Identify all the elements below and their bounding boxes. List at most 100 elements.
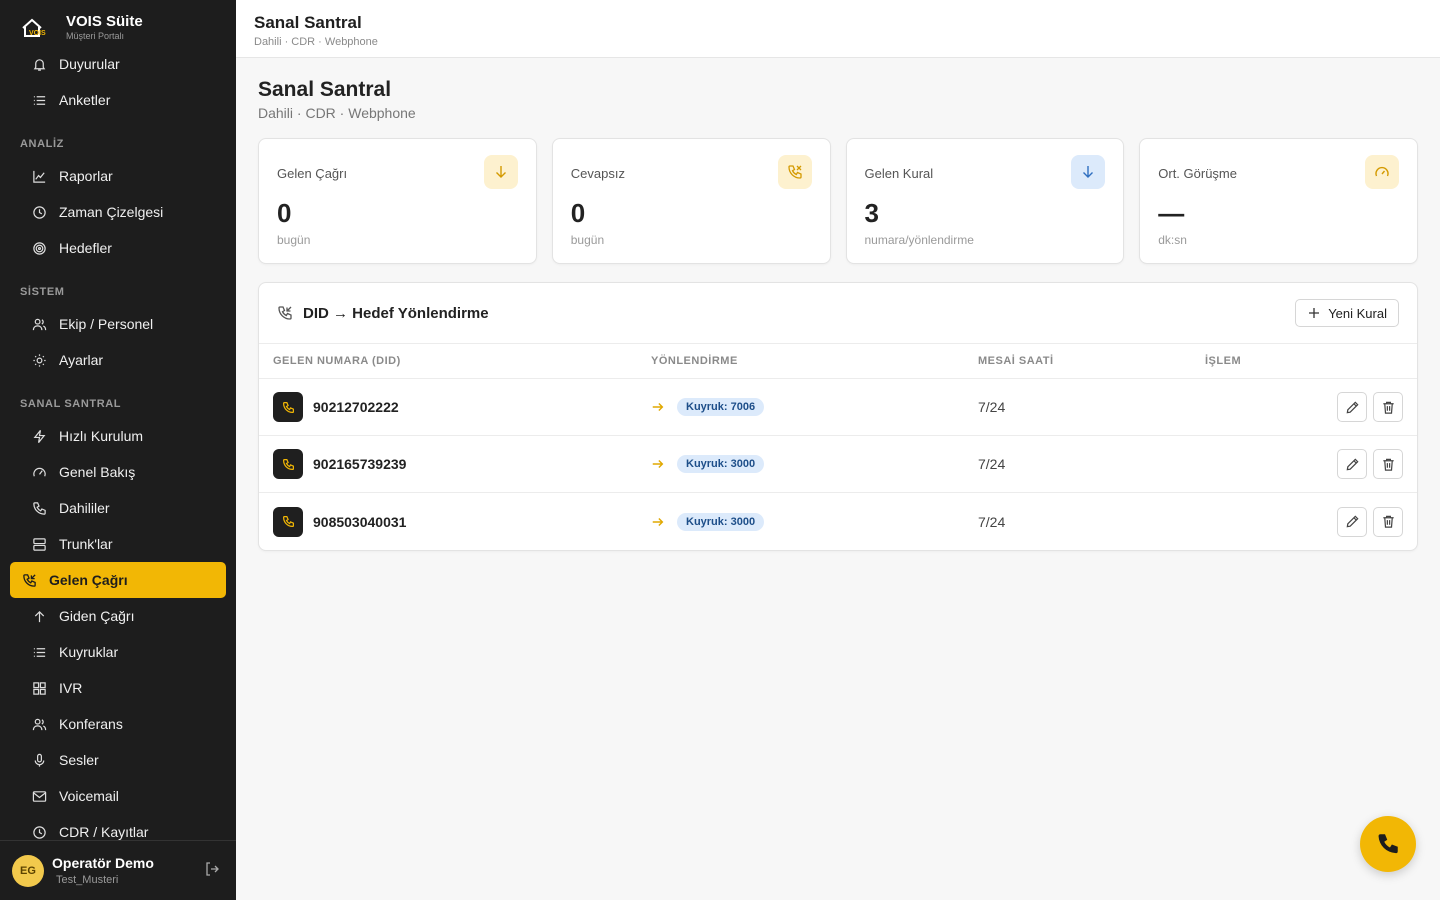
sidebar-item-voicemail[interactable]: Voicemail	[10, 778, 226, 814]
sidebar-item-hedefler[interactable]: Hedefler	[10, 230, 226, 266]
col-header-routing: YÖNLENDİRME	[651, 355, 738, 367]
gauge-icon	[1365, 155, 1399, 189]
stat-label: Ort. Görüşme	[1158, 166, 1237, 181]
sidebar-item-label: Zaman Çizelgesi	[59, 204, 164, 220]
sidebar-item-label: Ekip / Personel	[59, 316, 154, 332]
sidebar-item-trunklar[interactable]: Trunk'lar	[10, 526, 226, 562]
svg-text:VOIS: VOIS	[29, 30, 46, 37]
sidebar-item-giden-cagri[interactable]: Giden Çağrı	[10, 598, 226, 634]
delete-button[interactable]	[1373, 506, 1403, 537]
list-icon	[33, 647, 46, 657]
logout-icon[interactable]	[204, 861, 220, 877]
arrow-right-icon	[652, 460, 664, 468]
pencil-icon	[1346, 457, 1359, 470]
table-row: 90212702222 Kuyruk: 7006 7/24	[259, 379, 1417, 436]
sidebar-item-duyurular[interactable]: Duyurular	[10, 46, 226, 82]
bell-icon	[33, 58, 46, 71]
stat-label: Cevapsız	[570, 166, 625, 181]
did-number: 90212702222	[313, 399, 399, 415]
sidebar-item-zaman-cizelgesi[interactable]: Zaman Çizelgesi	[10, 194, 226, 230]
sidebar-item-label: Hızlı Kurulum	[59, 428, 144, 444]
user-profile[interactable]: EG Operatör Demo Test_Musteri	[0, 840, 236, 900]
sidebar-item-ayarlar[interactable]: Ayarlar	[10, 342, 226, 378]
sidebar-item-label: Duyurular	[59, 56, 120, 72]
business-hours: 7/24	[978, 513, 1006, 530]
header-breadcrumb: Dahili · CDR · Webphone	[254, 36, 378, 48]
section-title-sistem: SİSTEM	[20, 286, 65, 298]
arrow-down-icon	[483, 155, 518, 189]
gauge-icon	[33, 467, 46, 476]
edit-button[interactable]	[1337, 449, 1367, 479]
arrow-right-icon	[652, 517, 664, 526]
stat-value: —	[1158, 198, 1185, 228]
sidebar-item-label: Konferans	[59, 716, 123, 732]
trash-icon	[1382, 401, 1394, 414]
sidebar-item-anketler[interactable]: Anketler	[10, 82, 226, 118]
stat-value: 0	[570, 198, 586, 228]
sidebar-item-sesler[interactable]: Sesler	[10, 742, 226, 778]
sidebar-item-konferans[interactable]: Konferans	[10, 706, 226, 742]
did-number: 908503040031	[313, 513, 407, 530]
sidebar-item-label: Voicemail	[59, 788, 119, 804]
sidebar-item-cdr-kayitlar[interactable]: CDR / Kayıtlar	[10, 814, 226, 840]
users-icon	[32, 718, 47, 730]
table-row: 908503040031 Kuyruk: 3000 7/24	[259, 493, 1417, 550]
bolt-icon	[33, 429, 46, 443]
phone-icon	[273, 392, 303, 422]
edit-button[interactable]	[1337, 506, 1367, 537]
routing-badge: Kuyruk: 7006	[677, 398, 765, 416]
phone-icon	[273, 449, 303, 479]
sidebar-item-label: Ayarlar	[59, 352, 104, 368]
sidebar-item-label: Anketler	[59, 92, 111, 108]
sidebar-item-ivr[interactable]: IVR	[10, 670, 226, 706]
sidebar-item-dahililer[interactable]: Dahililer	[10, 490, 226, 526]
mail-icon	[32, 790, 47, 802]
sidebar-item-label: Gelen Çağrı	[49, 572, 128, 588]
stat-label: Gelen Kural	[864, 166, 934, 181]
panel-title: DID → Hedef Yönlendirme	[303, 304, 489, 322]
arrow-right-icon	[652, 403, 664, 411]
stat-value: 0	[277, 198, 292, 228]
section-title-sanal-santral: SANAL SANTRAL	[20, 398, 122, 410]
header-title: Sanal Santral	[254, 13, 362, 32]
stat-value: 3	[864, 198, 879, 228]
sidebar-item-hizli-kurulum[interactable]: Hızlı Kurulum	[10, 418, 226, 454]
panel-header: DID → Hedef Yönlendirme Yeni Kural	[259, 283, 1417, 344]
trash-icon	[1382, 515, 1394, 528]
sidebar-item-ekip-personel[interactable]: Ekip / Personel	[10, 306, 226, 342]
sidebar: VOIS VOIS Süite Müşteri Portalı Duyurula…	[0, 0, 236, 900]
stat-card-ort-gorusme: Ort. Görüşme — dk:sn	[1139, 138, 1418, 264]
arrow-up-icon	[34, 610, 45, 622]
trash-icon	[1382, 458, 1394, 471]
webphone-call-button[interactable]	[1360, 816, 1416, 872]
table-row: 902165739239 Kuyruk: 3000 7/24	[259, 436, 1417, 493]
table-header: GELEN NUMARA (DID) YÖNLENDİRME MESAİ SAA…	[259, 344, 1417, 379]
pencil-icon	[1346, 400, 1359, 413]
sidebar-item-label: Dahililer	[59, 500, 110, 516]
delete-button[interactable]	[1373, 392, 1403, 422]
edit-button[interactable]	[1337, 392, 1367, 422]
sidebar-item-label: Hedefler	[59, 240, 112, 256]
brand-title: VOIS Süite	[66, 13, 143, 30]
did-routing-panel: DID → Hedef Yönlendirme Yeni Kural GELEN…	[258, 282, 1418, 551]
pencil-icon	[1346, 515, 1359, 528]
col-header-action: İŞLEM	[1205, 355, 1242, 367]
page-title: Sanal Santral	[258, 78, 392, 101]
delete-button[interactable]	[1373, 449, 1403, 479]
col-header-hours: MESAİ SAATİ	[978, 355, 1054, 367]
sidebar-item-kuyruklar[interactable]: Kuyruklar	[10, 634, 226, 670]
sidebar-item-raporlar[interactable]: Raporlar	[10, 158, 226, 194]
new-rule-button[interactable]: Yeni Kural	[1295, 299, 1399, 327]
section-title-analiz: ANALİZ	[20, 138, 64, 150]
clock-icon	[33, 205, 46, 219]
stat-hint: bugün	[277, 233, 311, 247]
vois-logo-icon: VOIS	[20, 16, 54, 40]
sidebar-item-genel-bakis[interactable]: Genel Bakış	[10, 454, 226, 490]
stat-card-gelen-cagri: Gelen Çağrı 0 bugün	[258, 138, 537, 264]
main-content: Sanal Santral Dahili · CDR · Webphone Ge…	[236, 58, 1440, 900]
sidebar-item-gelen-cagri[interactable]: Gelen Çağrı	[10, 562, 226, 598]
sidebar-item-label: Raporlar	[59, 168, 113, 184]
sidebar-item-label: CDR / Kayıtlar	[59, 824, 149, 840]
sidebar-item-label: Kuyruklar	[59, 644, 119, 660]
mic-icon	[34, 753, 45, 767]
